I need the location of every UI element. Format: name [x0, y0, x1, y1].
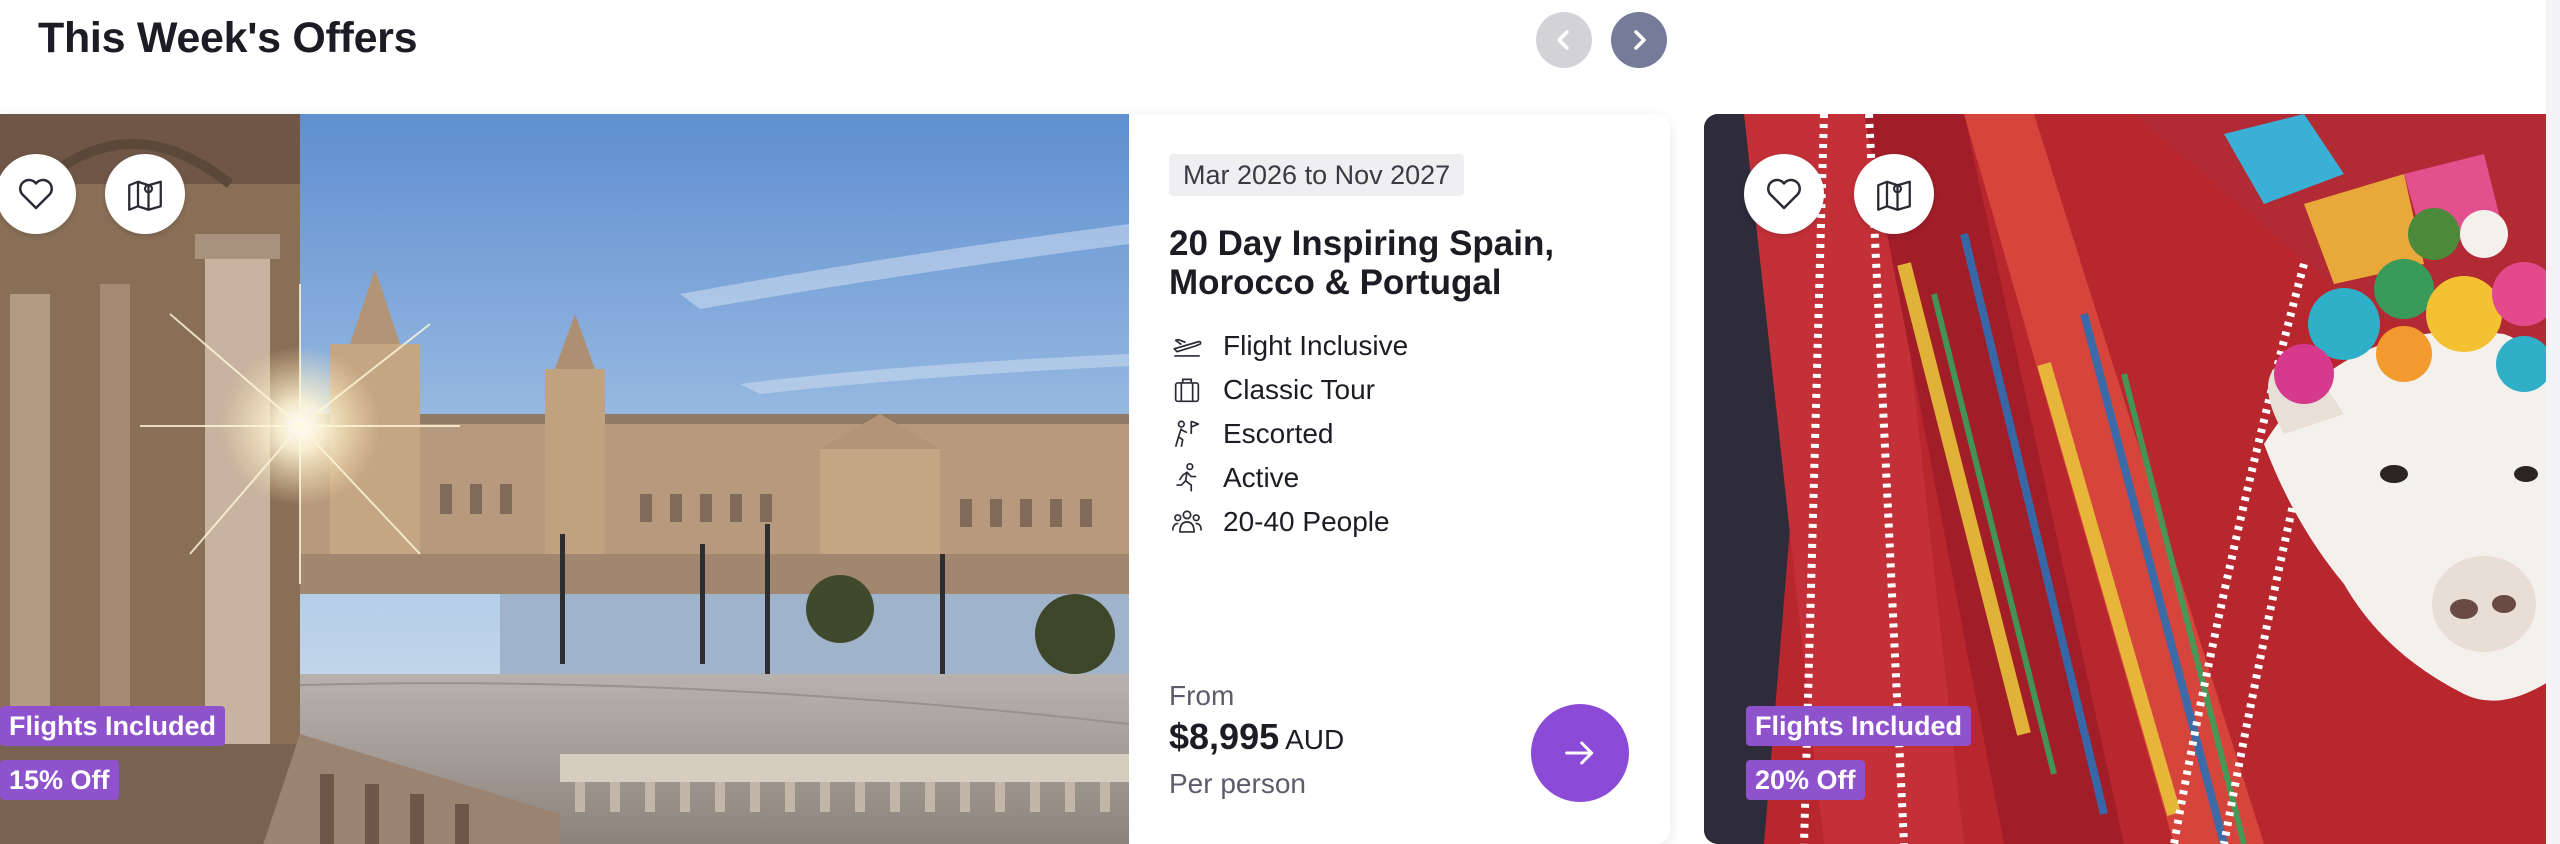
tour-name[interactable]: 20 Day Inspiring Spain, Morocco & Portug…	[1169, 224, 1639, 302]
price-from-label: From	[1169, 680, 1235, 711]
close-icon[interactable]	[0, 20, 10, 60]
feature-list: Flight Inclusive Classic Tour Escorted A…	[1169, 324, 1639, 544]
offer-card[interactable]: Flights Included 15% Off Mar 2026 to Nov…	[0, 114, 1670, 844]
map-button[interactable]	[105, 154, 185, 234]
heart-icon	[19, 178, 53, 210]
feature-item: Classic Tour	[1169, 368, 1639, 412]
feature-label: Flight Inclusive	[1223, 330, 1409, 361]
feature-label: Escorted	[1223, 418, 1334, 449]
suitcase-icon	[1169, 372, 1205, 408]
carousel-prev-button[interactable]	[1536, 12, 1592, 68]
map-icon	[1877, 180, 1911, 211]
date-range: Mar 2026 to Nov 2027	[1169, 154, 1465, 196]
offer-card[interactable]: Flights Included 20% Off	[1704, 114, 2560, 844]
feature-item: Flight Inclusive	[1169, 324, 1639, 368]
carousel-next-button[interactable]	[1611, 12, 1667, 68]
chevron-right-icon	[1634, 30, 1646, 50]
feature-label: Active	[1223, 462, 1300, 493]
section-title: This Week's Offers	[38, 14, 418, 62]
running-icon	[1169, 460, 1205, 496]
arrow-right-icon	[1565, 741, 1594, 765]
discount-badge: 15% Off	[0, 760, 119, 800]
map-icon	[128, 180, 162, 211]
price-per-label: Per person	[1169, 768, 1306, 799]
flights-included-badge: Flights Included	[1746, 706, 1971, 746]
map-button[interactable]	[1854, 154, 1934, 234]
feature-label: Classic Tour	[1223, 374, 1375, 405]
feature-label: 20-40 People	[1223, 506, 1390, 537]
favorite-button[interactable]	[1744, 154, 1824, 234]
view-offer-button[interactable]	[1531, 704, 1629, 802]
feature-item: Active	[1169, 456, 1639, 500]
discount-badge: 20% Off	[1746, 760, 1865, 800]
feature-item: Escorted	[1169, 412, 1639, 456]
scroll-edge	[2546, 0, 2560, 844]
guide-flag-icon	[1169, 416, 1205, 452]
price-amount: $8,995	[1169, 716, 1280, 757]
flights-included-badge: Flights Included	[0, 706, 225, 746]
chevron-left-icon	[1557, 30, 1569, 50]
price: $8,995 AUD	[1169, 716, 1344, 758]
feature-item: 20-40 People	[1169, 500, 1639, 544]
price-currency: AUD	[1285, 724, 1345, 755]
plane-icon	[1169, 328, 1205, 364]
offer-details: Mar 2026 to Nov 2027 20 Day Inspiring Sp…	[1129, 114, 1670, 844]
heart-icon	[1767, 178, 1801, 210]
group-icon	[1169, 504, 1205, 540]
